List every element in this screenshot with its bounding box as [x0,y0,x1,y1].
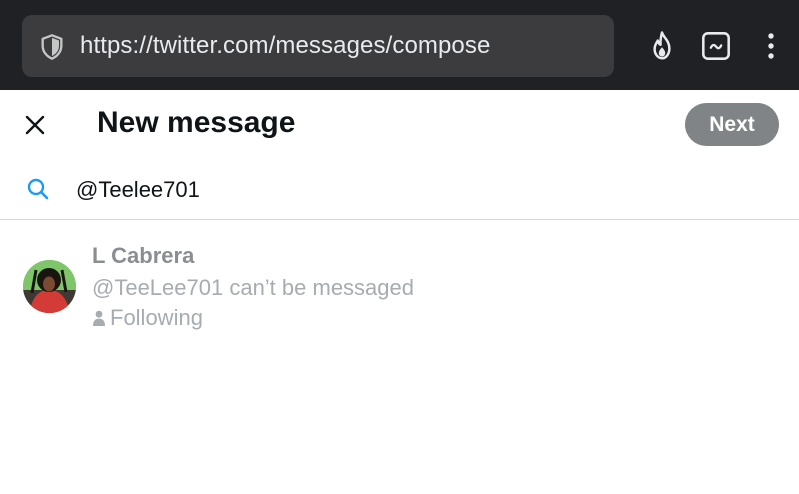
page-title: New message [97,106,296,139]
extension-icon[interactable] [701,30,731,62]
next-button[interactable]: Next [685,103,779,146]
search-icon [27,178,49,200]
menu-dots-icon[interactable] [760,30,782,62]
url-text[interactable]: https://twitter.com/messages/compose [80,32,490,60]
address-bar[interactable]: https://twitter.com/messages/compose [22,15,614,77]
following-label: Following [92,304,203,332]
user-name: L Cabrera [92,243,195,268]
person-icon [93,310,105,326]
user-handle-status: @TeeLee701 can’t be messaged [92,275,414,300]
avatar [23,260,76,313]
browser-toolbar: https://twitter.com/messages/compose [0,0,799,90]
search-input[interactable] [76,174,766,206]
compose-header: New message Next [0,90,799,162]
search-result-item[interactable]: L Cabrera @TeeLee701 can’t be messaged F… [0,220,799,340]
close-icon[interactable] [22,112,48,138]
fire-icon[interactable] [647,30,677,62]
shield-icon[interactable] [38,33,66,61]
following-text: Following [110,305,203,330]
recipient-search [0,162,799,220]
